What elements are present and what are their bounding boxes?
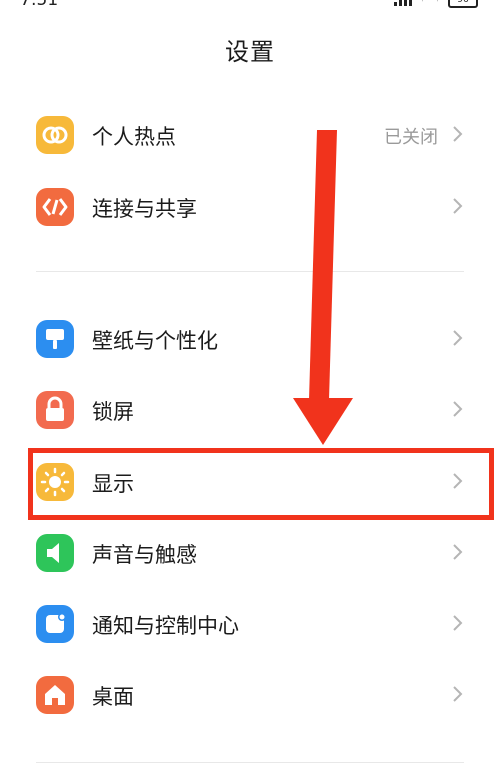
highlight-box (28, 448, 494, 520)
settings-item-label: 连接与共享 (92, 197, 197, 221)
battery-icon: 96 (448, 0, 478, 8)
chevron-right-icon (453, 615, 463, 631)
lock-icon (36, 391, 74, 429)
status-icons: 96 (394, 0, 478, 8)
chevron-right-icon (453, 544, 463, 560)
chevron-right-icon (453, 330, 463, 346)
hotspot-icon (36, 116, 74, 154)
settings-item-lock-screen[interactable]: 锁屏 (0, 378, 500, 442)
connection-share-icon (36, 188, 74, 226)
settings-item-hotspot[interactable]: 个人热点 已关闭 (0, 103, 500, 167)
chevron-right-icon (453, 126, 463, 142)
speaker-icon (36, 534, 74, 572)
wallpaper-icon (36, 320, 74, 358)
status-bar: 7:51 96 (0, 0, 500, 10)
notification-icon (36, 605, 74, 643)
settings-item-notification[interactable]: 通知与控制中心 (0, 592, 500, 656)
settings-item-wallpaper[interactable]: 壁纸与个性化 (0, 307, 500, 371)
settings-item-label: 通知与控制中心 (92, 614, 239, 638)
settings-item-label: 锁屏 (92, 400, 134, 424)
chevron-right-icon (453, 401, 463, 417)
group-divider (36, 762, 464, 763)
settings-item-sound[interactable]: 声音与触感 (0, 521, 500, 585)
hotspot-status-value: 已关闭 (384, 127, 438, 148)
signal-icon (394, 0, 412, 6)
settings-item-home-screen[interactable]: 桌面 (0, 663, 500, 727)
status-time: 7:51 (20, 0, 59, 10)
home-icon (36, 676, 74, 714)
settings-item-label: 壁纸与个性化 (92, 329, 218, 353)
battery-level: 96 (457, 0, 469, 5)
page-title: 设置 (225, 38, 275, 66)
settings-item-label: 桌面 (92, 685, 134, 709)
group-divider (36, 271, 464, 272)
settings-item-connection-share[interactable]: 连接与共享 (0, 175, 500, 239)
settings-item-label: 声音与触感 (92, 543, 197, 567)
chevron-right-icon (453, 686, 463, 702)
wifi-icon (422, 0, 438, 7)
chevron-right-icon (453, 198, 463, 214)
settings-item-label: 个人热点 (92, 125, 176, 149)
